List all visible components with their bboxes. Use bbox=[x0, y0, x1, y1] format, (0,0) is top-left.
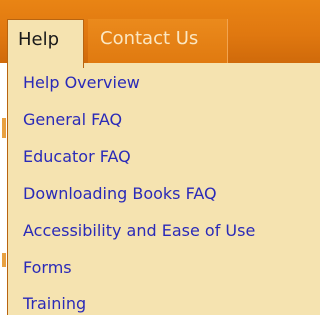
menu-item-forms[interactable]: Forms bbox=[23, 258, 72, 277]
menu-item-help-overview[interactable]: Help Overview bbox=[23, 73, 140, 92]
tab-help[interactable]: Help bbox=[7, 19, 84, 68]
menu-item-accessibility[interactable]: Accessibility and Ease of Use bbox=[23, 221, 255, 240]
menu-item-educator-faq[interactable]: Educator FAQ bbox=[23, 147, 131, 166]
menu-item-general-faq[interactable]: General FAQ bbox=[23, 110, 122, 129]
tab-contact-us[interactable]: Contact Us bbox=[88, 19, 228, 63]
edge-mark bbox=[2, 253, 6, 267]
left-edge-panel bbox=[0, 63, 7, 315]
menu-item-downloading-books-faq[interactable]: Downloading Books FAQ bbox=[23, 184, 217, 203]
menu-item-training[interactable]: Training bbox=[23, 294, 86, 313]
edge-mark bbox=[2, 118, 6, 138]
help-dropdown-menu: Help Overview General FAQ Educator FAQ D… bbox=[7, 63, 320, 315]
